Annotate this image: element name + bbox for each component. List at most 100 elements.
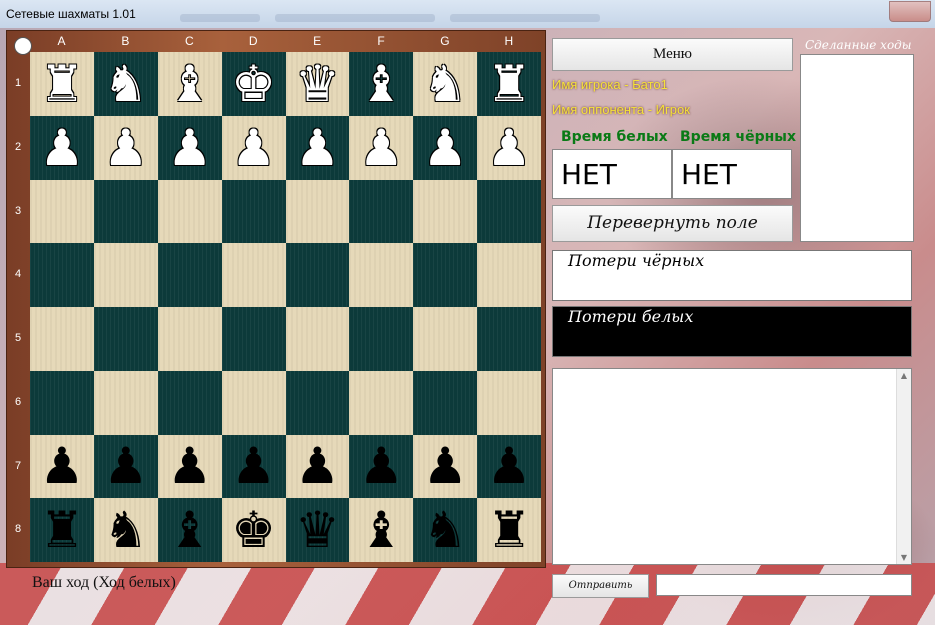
board-square-h8[interactable]: ♜: [477, 498, 541, 562]
board-square-g6[interactable]: [413, 370, 478, 435]
white-knight-icon[interactable]: ♞: [423, 59, 468, 109]
board-square-h3[interactable]: [477, 179, 541, 244]
white-queen-icon[interactable]: ♛: [295, 59, 340, 109]
board-square-a8[interactable]: ♜: [30, 498, 94, 562]
board-square-c6[interactable]: [157, 370, 222, 435]
board-square-f3[interactable]: [349, 179, 414, 244]
board-square-g3[interactable]: [413, 179, 478, 244]
chessboard[interactable]: ♜ ♞ ♝ ♚ ♛ ♝ ♞ ♜ ♟ ♟ ♟ ♟ ♟ ♟ ♟ ♟ ♟ ♟ ♟ ♟ ♟ ♟ ♟ ♟ ♜ ♞ ♝ ♚ ♛ ♝ ♞ ♜: [30, 52, 541, 562]
board-square-e1[interactable]: ♛: [285, 52, 350, 116]
board-square-c8[interactable]: ♝: [157, 498, 222, 562]
white-pawn-icon[interactable]: ♟: [423, 123, 468, 173]
white-pawn-icon[interactable]: ♟: [103, 123, 148, 173]
white-pawn-icon[interactable]: ♟: [231, 123, 276, 173]
black-pawn-icon[interactable]: ♟: [295, 441, 340, 491]
board-square-b5[interactable]: [93, 307, 158, 371]
flip-board-button[interactable]: Перевернуть поле: [552, 205, 793, 242]
black-knight-icon[interactable]: ♞: [103, 505, 148, 555]
black-queen-icon[interactable]: ♛: [295, 505, 340, 555]
menu-button[interactable]: Меню: [552, 38, 793, 71]
scroll-down-icon[interactable]: ▼: [897, 553, 911, 562]
board-square-h5[interactable]: [477, 307, 541, 371]
black-pawn-icon[interactable]: ♟: [423, 441, 468, 491]
board-square-h6[interactable]: [477, 370, 541, 435]
board-square-b7[interactable]: ♟: [93, 434, 158, 499]
board-square-g2[interactable]: ♟: [413, 115, 478, 180]
board-square-a5[interactable]: [30, 307, 94, 371]
scroll-up-icon[interactable]: ▲: [897, 371, 911, 380]
black-pawn-icon[interactable]: ♟: [487, 441, 532, 491]
board-square-e4[interactable]: [285, 243, 350, 307]
board-square-d3[interactable]: [221, 179, 286, 244]
board-square-b1[interactable]: ♞: [93, 52, 158, 116]
white-knight-icon[interactable]: ♞: [103, 59, 148, 109]
board-square-f1[interactable]: ♝: [349, 52, 414, 116]
board-square-f6[interactable]: [349, 370, 414, 435]
board-square-a4[interactable]: [30, 243, 94, 307]
board-square-e2[interactable]: ♟: [285, 115, 350, 180]
white-pawn-icon[interactable]: ♟: [295, 123, 340, 173]
board-square-e6[interactable]: [285, 370, 350, 435]
board-square-e7[interactable]: ♟: [285, 434, 350, 499]
black-pawn-icon[interactable]: ♟: [231, 441, 276, 491]
board-square-d1[interactable]: ♚: [221, 52, 286, 116]
board-square-g7[interactable]: ♟: [413, 434, 478, 499]
board-square-c5[interactable]: [157, 307, 222, 371]
white-pawn-icon[interactable]: ♟: [359, 123, 404, 173]
board-square-g8[interactable]: ♞: [413, 498, 478, 562]
board-square-c7[interactable]: ♟: [157, 434, 222, 499]
message-input[interactable]: [656, 574, 912, 596]
board-square-f8[interactable]: ♝: [349, 498, 414, 562]
white-rook-icon[interactable]: ♜: [487, 59, 532, 109]
white-bishop-icon[interactable]: ♝: [359, 59, 404, 109]
board-square-h4[interactable]: [477, 243, 541, 307]
white-pawn-icon[interactable]: ♟: [487, 123, 532, 173]
board-square-b2[interactable]: ♟: [93, 115, 158, 180]
board-square-c2[interactable]: ♟: [157, 115, 222, 180]
black-pawn-icon[interactable]: ♟: [359, 441, 404, 491]
board-square-a2[interactable]: ♟: [30, 115, 94, 180]
black-knight-icon[interactable]: ♞: [423, 505, 468, 555]
board-square-f7[interactable]: ♟: [349, 434, 414, 499]
moves-list[interactable]: [800, 54, 914, 242]
board-square-g4[interactable]: [413, 243, 478, 307]
black-king-icon[interactable]: ♚: [231, 505, 276, 555]
board-square-a6[interactable]: [30, 370, 94, 435]
board-square-f4[interactable]: [349, 243, 414, 307]
board-square-h2[interactable]: ♟: [477, 115, 541, 180]
white-bishop-icon[interactable]: ♝: [167, 59, 212, 109]
board-square-h7[interactable]: ♟: [477, 434, 541, 499]
board-square-g5[interactable]: [413, 307, 478, 371]
board-square-b4[interactable]: [93, 243, 158, 307]
board-square-d8[interactable]: ♚: [221, 498, 286, 562]
board-square-e5[interactable]: [285, 307, 350, 371]
black-pawn-icon[interactable]: ♟: [103, 441, 148, 491]
black-pawn-icon[interactable]: ♟: [167, 441, 212, 491]
white-king-icon[interactable]: ♚: [231, 59, 276, 109]
board-square-d6[interactable]: [221, 370, 286, 435]
chat-log[interactable]: ▲ ▼: [552, 368, 912, 565]
white-rook-icon[interactable]: ♜: [40, 59, 85, 109]
board-square-e3[interactable]: [285, 179, 350, 244]
board-square-f2[interactable]: ♟: [349, 115, 414, 180]
white-pawn-icon[interactable]: ♟: [167, 123, 212, 173]
black-bishop-icon[interactable]: ♝: [167, 505, 212, 555]
board-square-f5[interactable]: [349, 307, 414, 371]
board-square-b8[interactable]: ♞: [93, 498, 158, 562]
board-square-e8[interactable]: ♛: [285, 498, 350, 562]
board-square-g1[interactable]: ♞: [413, 52, 478, 116]
black-rook-icon[interactable]: ♜: [40, 505, 85, 555]
board-square-h1[interactable]: ♜: [477, 52, 541, 116]
board-square-a3[interactable]: [30, 179, 94, 244]
board-square-b3[interactable]: [93, 179, 158, 244]
board-square-c3[interactable]: [157, 179, 222, 244]
board-square-d5[interactable]: [221, 307, 286, 371]
chat-scrollbar[interactable]: ▲ ▼: [896, 369, 911, 564]
board-square-d7[interactable]: ♟: [221, 434, 286, 499]
board-square-a1[interactable]: ♜: [30, 52, 94, 116]
black-rook-icon[interactable]: ♜: [487, 505, 532, 555]
window-close-button[interactable]: [889, 1, 931, 22]
board-square-b6[interactable]: [93, 370, 158, 435]
black-bishop-icon[interactable]: ♝: [359, 505, 404, 555]
board-square-c1[interactable]: ♝: [157, 52, 222, 116]
